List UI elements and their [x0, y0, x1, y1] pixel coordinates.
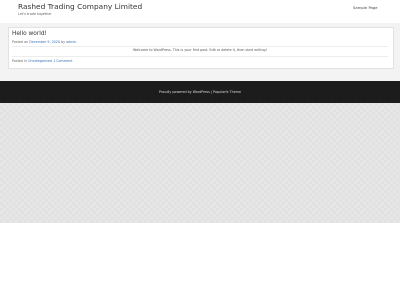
blank-area — [0, 223, 400, 300]
post-author-link[interactable]: admin — [66, 40, 76, 44]
site-title[interactable]: Rashed Trading Company Limited — [18, 2, 142, 11]
post-content: Welcome to WordPress. This is your first… — [133, 48, 267, 52]
post-meta: Posted on December 9, 2020 by admin — [12, 40, 77, 44]
post-footer-divider — [12, 56, 388, 57]
category-link[interactable]: Uncategorized — [28, 59, 52, 63]
page-background — [0, 103, 400, 223]
post-footer: Posted in Uncategorized 1 Comment — [12, 59, 72, 63]
by-label: by — [61, 40, 66, 44]
post-date-link[interactable]: December 9, 2020 — [29, 40, 60, 44]
footer-credit: Proudly powered by WordPress | Popularfx… — [159, 90, 241, 94]
post-title[interactable]: Hello world! — [12, 31, 47, 37]
posted-in-label: Posted in — [12, 59, 28, 63]
comments-link[interactable]: 1 Comment — [53, 59, 72, 63]
site-description: Let's trade together — [18, 12, 52, 16]
posted-on-label: Posted on — [12, 40, 29, 44]
nav-item-sample-page[interactable]: Sample Page — [353, 5, 378, 10]
meta-divider — [12, 45, 388, 47]
